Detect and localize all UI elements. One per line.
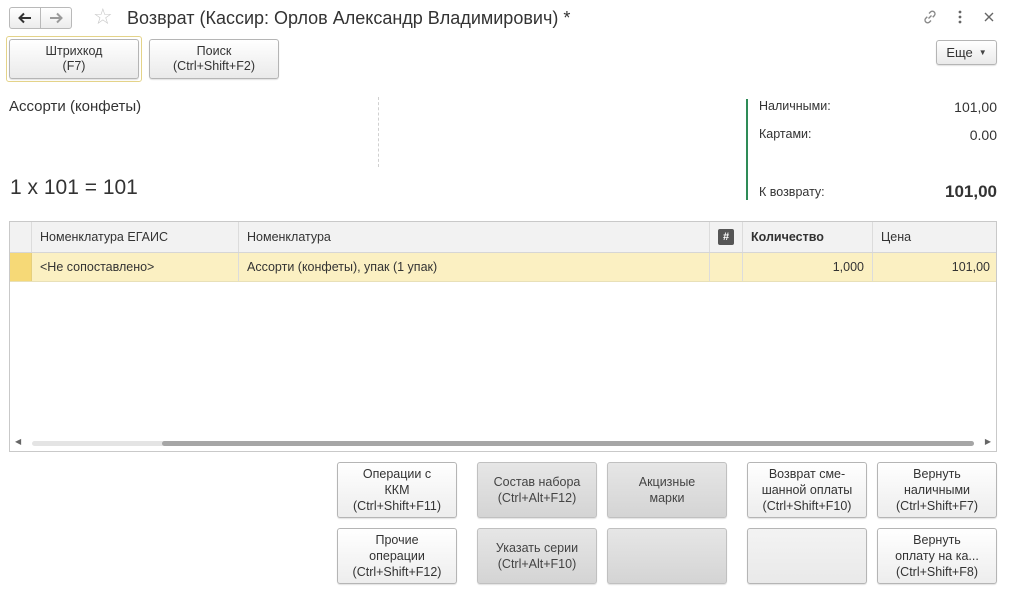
cell-hash[interactable] (710, 253, 743, 281)
return-cash-label-2: наличными (903, 483, 971, 497)
horizontal-scrollbar[interactable]: ◀ ▶ (10, 435, 996, 451)
specify-series-button[interactable]: Указать серии (Ctrl+Alt+F10) (477, 528, 597, 584)
other-operations-button[interactable]: Прочие операции (Ctrl+Shift+F12) (337, 528, 457, 584)
more-button-label: Еще (946, 45, 973, 60)
mixed-label-2: шанной оплаты (761, 483, 853, 497)
empty-button-1[interactable] (607, 528, 727, 584)
search-button-hotkey: (Ctrl+Shift+F2) (173, 59, 255, 73)
cell-price[interactable]: 101,00 (873, 253, 996, 281)
other-label-2: операции (369, 549, 425, 563)
arrow-left-icon (18, 12, 31, 24)
kkm-label-2: ККМ (384, 483, 410, 497)
mixed-payment-return-button[interactable]: Возврат сме- шанной оплаты (Ctrl+Shift+F… (747, 462, 867, 518)
star-icon[interactable]: ☆ (93, 6, 113, 28)
empty-button-2[interactable] (747, 528, 867, 584)
link-icon[interactable] (920, 7, 940, 27)
cash-label: Наличными: (759, 99, 831, 113)
forward-button[interactable] (40, 7, 72, 29)
return-card-payment-button[interactable]: Вернуть оплату на ка... (Ctrl+Shift+F8) (877, 528, 997, 584)
other-label-1: Прочие (375, 533, 419, 547)
refund-total-value: 101,00 (945, 182, 997, 201)
column-header-nomenclature[interactable]: Номенклатура (239, 222, 710, 252)
other-hotkey: (Ctrl+Shift+F12) (352, 565, 442, 579)
cards-value: 0.00 (969, 127, 997, 143)
scrollbar-thumb[interactable] (162, 441, 974, 446)
goods-table[interactable]: Номенклатура ЕГАИС Номенклатура # Количе… (9, 221, 997, 452)
table-header: Номенклатура ЕГАИС Номенклатура # Количе… (10, 222, 996, 253)
divider (378, 97, 379, 167)
mixed-hotkey: (Ctrl+Shift+F10) (762, 499, 852, 513)
more-button[interactable]: Еще ▼ (936, 40, 997, 65)
header-marker-cell (10, 222, 32, 252)
excise-label-2: марки (649, 491, 685, 505)
more-vertical-icon[interactable] (950, 7, 970, 27)
close-icon[interactable] (979, 7, 999, 27)
calculation-line: 1 x 101 = 101 (10, 176, 138, 199)
cell-nomenclature[interactable]: Ассорти (конфеты), упак (1 упак) (239, 253, 710, 281)
cell-quantity[interactable]: 1,000 (743, 253, 873, 281)
barcode-button-label: Штрихкод (45, 44, 103, 58)
current-product-name: Ассорти (конфеты) (9, 98, 142, 115)
hash-icon: # (718, 229, 734, 245)
column-header-hash[interactable]: # (710, 222, 743, 252)
return-card-label-2: оплату на ка... (895, 549, 979, 563)
return-card-hotkey: (Ctrl+Shift+F8) (896, 565, 978, 579)
window-title: Возврат (Кассир: Орлов Александр Владими… (127, 8, 571, 28)
mixed-label-1: Возврат сме- (768, 467, 846, 481)
search-button-label: Поиск (196, 44, 232, 58)
excise-stamps-button[interactable]: Акцизные марки (607, 462, 727, 518)
table-row[interactable]: <Не сопоставлено> Ассорти (конфеты), упа… (10, 253, 996, 282)
arrow-right-icon (50, 12, 63, 24)
cards-label: Картами: (759, 127, 812, 141)
scroll-right-icon[interactable]: ▶ (985, 437, 991, 446)
return-cash-label-1: Вернуть (913, 467, 961, 481)
column-header-price[interactable]: Цена (873, 222, 996, 252)
row-marker (10, 253, 32, 281)
series-hotkey: (Ctrl+Alt+F10) (497, 557, 577, 571)
cash-value: 101,00 (954, 99, 997, 115)
return-card-label-1: Вернуть (913, 533, 961, 547)
return-cash-button[interactable]: Вернуть наличными (Ctrl+Shift+F7) (877, 462, 997, 518)
back-button[interactable] (9, 7, 41, 29)
return-cash-hotkey: (Ctrl+Shift+F7) (896, 499, 978, 513)
barcode-button[interactable]: Штрихкод (F7) (9, 39, 139, 79)
search-button[interactable]: Поиск (Ctrl+Shift+F2) (149, 39, 279, 79)
scroll-left-icon[interactable]: ◀ (15, 437, 21, 446)
refund-label: К возврату: (759, 185, 825, 199)
column-header-quantity[interactable]: Количество (743, 222, 873, 252)
payment-accent-bar (746, 99, 748, 200)
scrollbar-track[interactable] (32, 441, 974, 446)
kkm-operations-button[interactable]: Операции с ККМ (Ctrl+Shift+F11) (337, 462, 457, 518)
set-label: Состав набора (493, 475, 581, 489)
column-header-egais[interactable]: Номенклатура ЕГАИС (32, 222, 239, 252)
kkm-hotkey: (Ctrl+Shift+F11) (353, 499, 441, 513)
set-composition-button[interactable]: Состав набора (Ctrl+Alt+F12) (477, 462, 597, 518)
kkm-label-1: Операции с (362, 467, 432, 481)
barcode-button-hotkey: (F7) (62, 59, 86, 73)
excise-label-1: Акцизные (638, 475, 696, 489)
caret-down-icon: ▼ (978, 48, 987, 57)
set-hotkey: (Ctrl+Alt+F12) (497, 491, 577, 505)
series-label: Указать серии (495, 541, 579, 555)
cell-egais[interactable]: <Не сопоставлено> (32, 253, 239, 281)
